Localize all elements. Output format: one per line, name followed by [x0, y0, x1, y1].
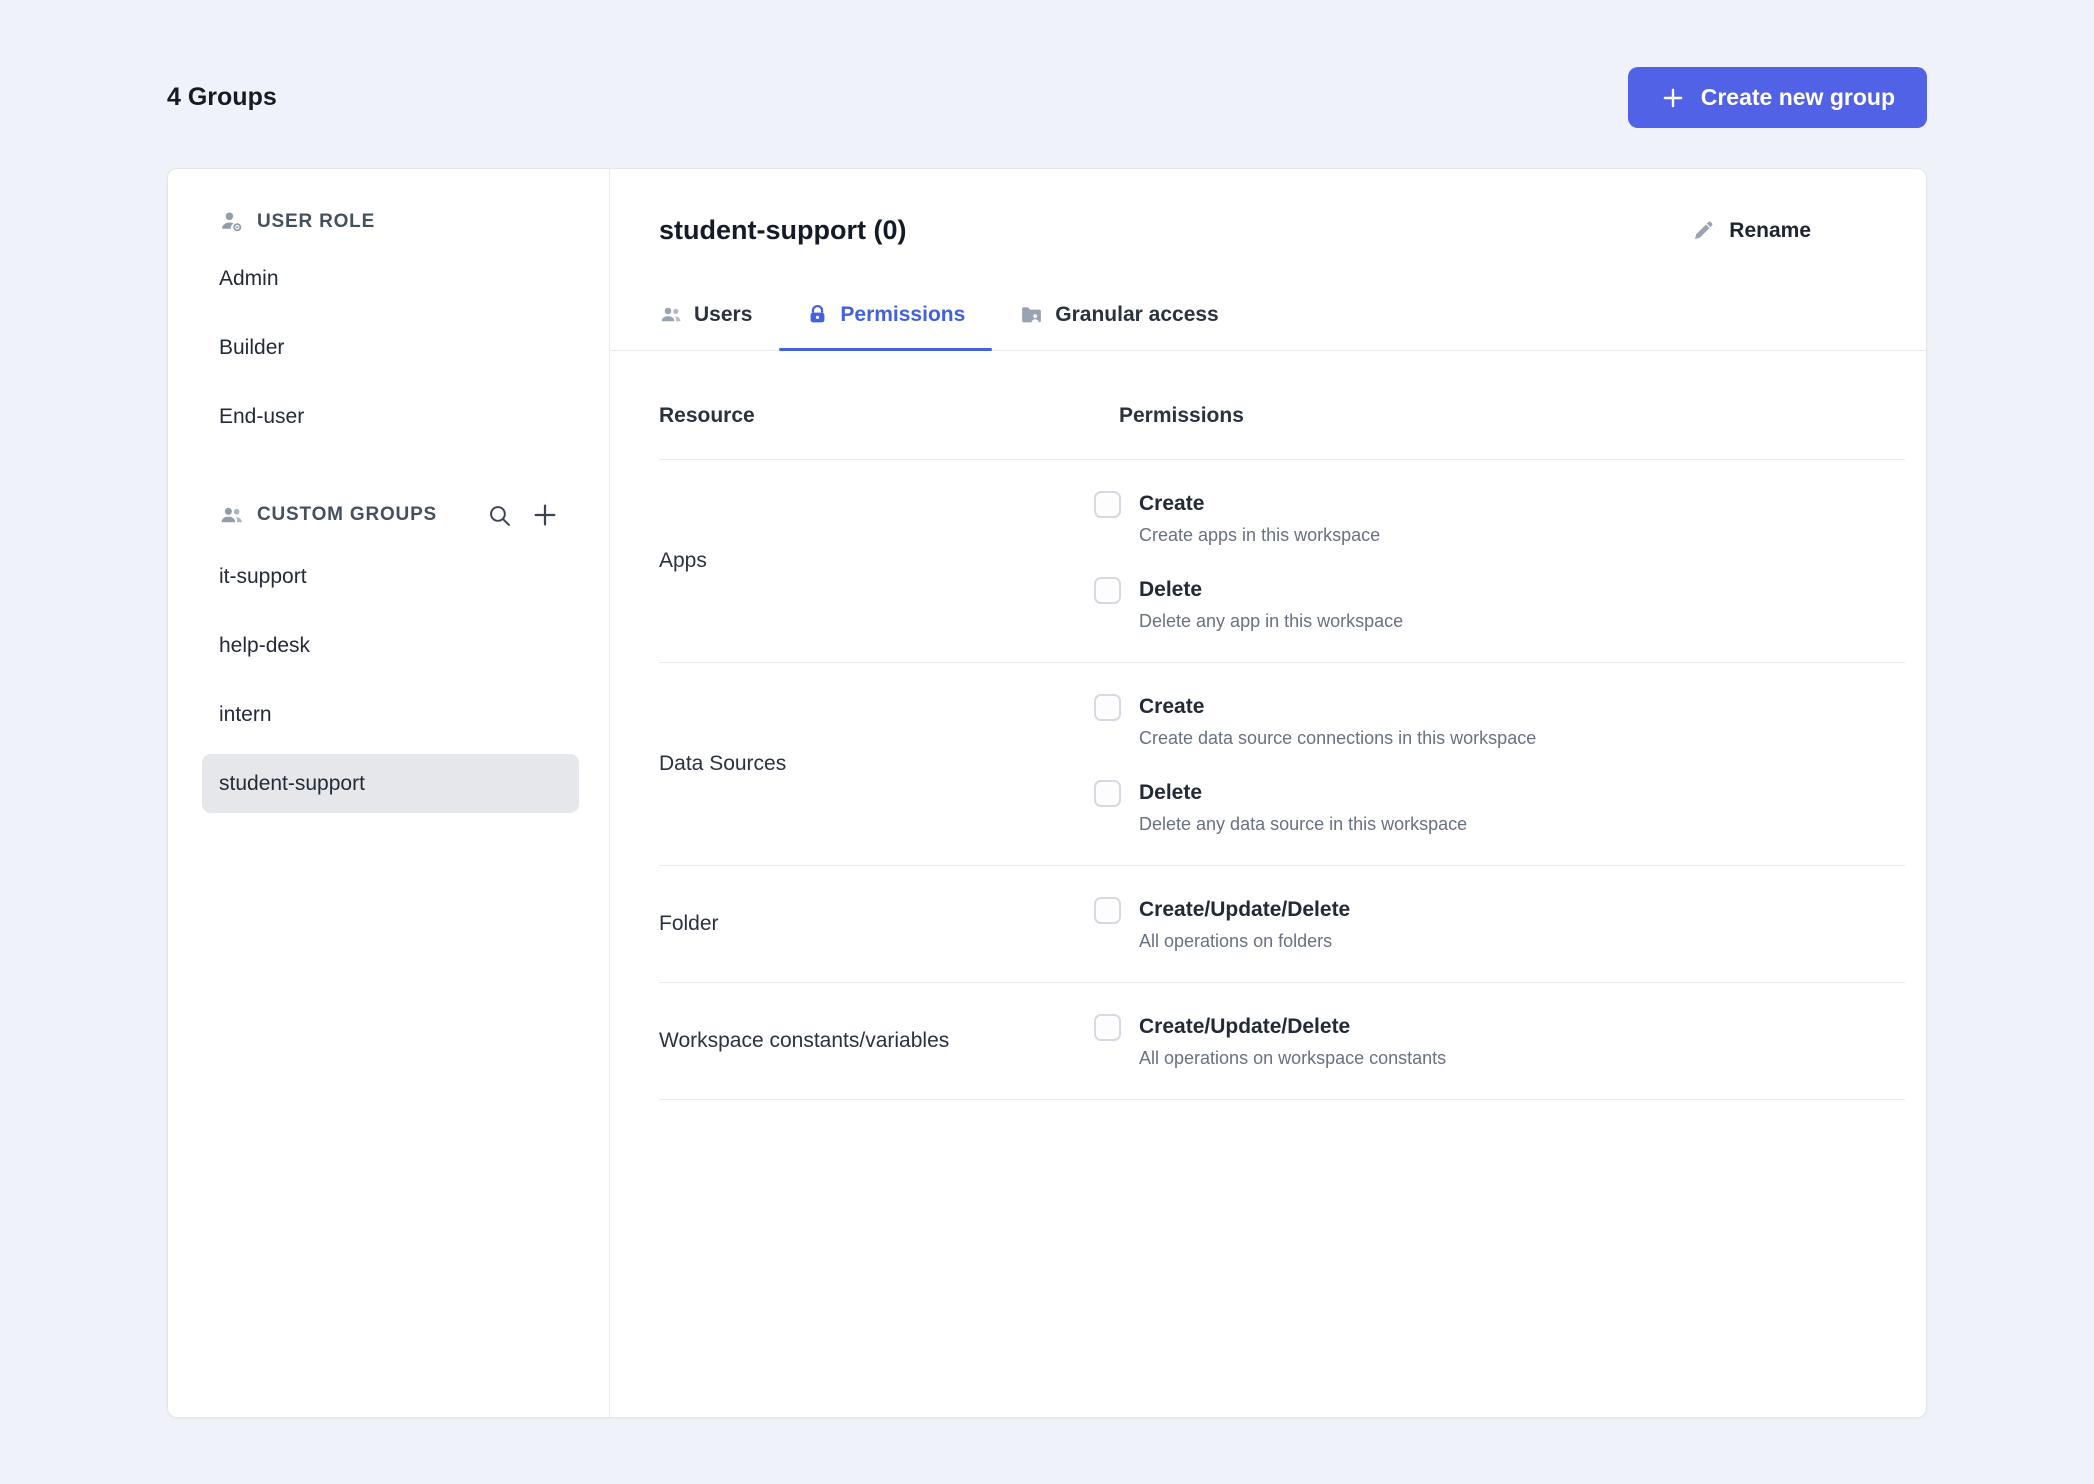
permissions-table: Resource Permissions Apps Create Create …	[659, 351, 1905, 1100]
folder-icon	[1019, 302, 1044, 327]
table-row-workspace-constants: Workspace constants/variables Create/Upd…	[659, 983, 1905, 1100]
custom-groups-section-label: CUSTOM GROUPS	[257, 504, 438, 525]
workspace-constants-create-update-delete-checkbox[interactable]	[1094, 1014, 1121, 1041]
permission-description: All operations on workspace constants	[1139, 1048, 1447, 1068]
permission-label: Create	[1139, 492, 1205, 515]
rename-group-button[interactable]: Rename	[1691, 218, 1811, 243]
tab-granular-access-label: Granular access	[1055, 302, 1219, 326]
permission-item: Delete Delete any data source in this wo…	[1094, 779, 1536, 835]
plus-icon	[531, 501, 559, 529]
permission-label: Create/Update/Delete	[1139, 898, 1351, 921]
tab-permissions[interactable]: Permissions	[779, 302, 993, 351]
groups-card: USER ROLE Admin Builder End-user CUSTOM …	[167, 168, 1927, 1418]
resource-name: Folder	[659, 912, 719, 935]
resource-name: Workspace constants/variables	[659, 1029, 950, 1052]
permission-description: Delete any data source in this workspace	[1139, 814, 1468, 834]
add-group-button[interactable]	[528, 498, 562, 532]
group-detail-header: student-support (0) Rename	[610, 169, 1926, 246]
permission-item: Create Create data source connections in…	[1094, 693, 1536, 749]
table-row-apps: Apps Create Create apps in this workspac…	[659, 460, 1905, 663]
user-role-list: Admin Builder End-user	[202, 249, 579, 446]
permissions-table-header: Resource Permissions	[659, 351, 1905, 460]
sidebar-item-help-desk[interactable]: help-desk	[202, 616, 579, 675]
apps-delete-checkbox[interactable]	[1094, 577, 1121, 604]
lock-icon	[806, 303, 829, 326]
page-title: 4 Groups	[167, 83, 277, 111]
permission-description: Create data source connections in this w…	[1139, 728, 1537, 748]
permission-label: Create/Update/Delete	[1139, 1015, 1351, 1038]
topbar: 4 Groups Create new group	[167, 67, 1927, 128]
sidebar-item-end-user[interactable]: End-user	[202, 387, 579, 446]
resource-name: Apps	[659, 549, 707, 572]
permission-item: Create Create apps in this workspace	[1094, 490, 1403, 546]
sidebar-item-builder[interactable]: Builder	[202, 318, 579, 377]
folder-create-update-delete-checkbox[interactable]	[1094, 897, 1121, 924]
permissions-column-header: Permissions	[1119, 404, 1244, 427]
permission-description: Create apps in this workspace	[1139, 525, 1381, 545]
tab-permissions-label: Permissions	[840, 302, 966, 326]
group-tabs: Users Permissions Granular access	[610, 302, 1926, 351]
permission-item: Create/Update/Delete All operations on w…	[1094, 1013, 1446, 1069]
tab-granular-access[interactable]: Granular access	[992, 302, 1245, 350]
sidebar-item-admin[interactable]: Admin	[202, 249, 579, 308]
create-new-group-button[interactable]: Create new group	[1627, 67, 1927, 128]
tab-users[interactable]: Users	[659, 302, 779, 350]
user-role-section-label: USER ROLE	[257, 210, 376, 232]
search-icon	[487, 503, 512, 528]
pencil-icon	[1691, 218, 1716, 243]
group-title: student-support (0)	[659, 215, 907, 245]
people-icon	[219, 503, 244, 528]
permission-description: Delete any app in this workspace	[1139, 611, 1404, 631]
custom-groups-section-header: CUSTOM GROUPS	[202, 498, 579, 532]
plus-icon	[1660, 85, 1686, 111]
table-row-data-sources: Data Sources Create Create data source c…	[659, 663, 1905, 866]
groups-sidebar: USER ROLE Admin Builder End-user CUSTOM …	[168, 169, 610, 1417]
table-row-folder: Folder Create/Update/Delete All operatio…	[659, 866, 1905, 983]
data-sources-create-checkbox[interactable]	[1094, 694, 1121, 721]
search-groups-button[interactable]	[484, 500, 515, 531]
create-new-group-label: Create new group	[1700, 84, 1895, 110]
permission-description: All operations on folders	[1139, 931, 1333, 951]
apps-create-checkbox[interactable]	[1094, 491, 1121, 518]
user-role-section-header: USER ROLE	[202, 209, 579, 234]
permission-item: Delete Delete any app in this workspace	[1094, 576, 1403, 632]
tab-users-label: Users	[694, 302, 753, 326]
sidebar-item-intern[interactable]: intern	[202, 685, 579, 744]
resource-column-header: Resource	[659, 404, 755, 427]
permission-label: Delete	[1139, 781, 1203, 804]
sidebar-item-student-support[interactable]: student-support	[202, 754, 579, 813]
permission-label: Delete	[1139, 578, 1203, 601]
sidebar-item-it-support[interactable]: it-support	[202, 547, 579, 606]
group-detail-panel: student-support (0) Rename Users Permiss…	[610, 169, 1926, 1417]
custom-groups-list: it-support help-desk intern student-supp…	[202, 547, 579, 813]
permission-label: Create	[1139, 695, 1205, 718]
data-sources-delete-checkbox[interactable]	[1094, 780, 1121, 807]
person-gear-icon	[219, 209, 244, 234]
resource-name: Data Sources	[659, 752, 787, 775]
rename-label: Rename	[1729, 218, 1811, 242]
users-icon	[659, 303, 683, 327]
permission-item: Create/Update/Delete All operations on f…	[1094, 896, 1350, 952]
